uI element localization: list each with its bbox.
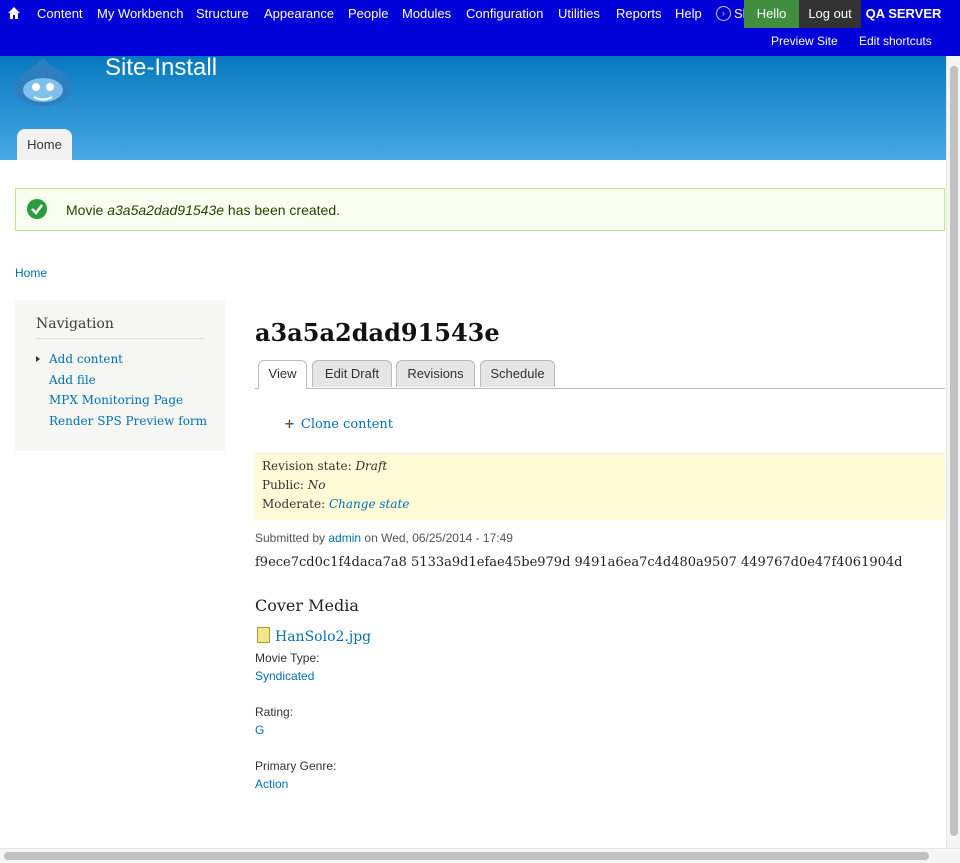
moderate-row: Moderate: Change state — [262, 497, 410, 511]
divider — [36, 338, 204, 339]
revision-state: Revision state: Draft — [262, 459, 388, 473]
server-label: QA SERVER — [861, 0, 946, 28]
status-node-title: a3a5a2dad91543e — [107, 202, 225, 218]
home-icon[interactable] — [7, 6, 21, 20]
menu-content[interactable]: Content — [37, 6, 83, 21]
logout-button[interactable]: Log out — [799, 0, 861, 28]
file-link[interactable]: HanSolo2.jpg — [275, 629, 371, 645]
menu-reports[interactable]: Reports — [616, 6, 662, 21]
menu-utilities[interactable]: Utilities — [558, 6, 600, 21]
menu-help[interactable]: Help — [675, 6, 702, 21]
nav-add-content[interactable]: Add content — [49, 352, 123, 366]
drupal-logo-icon[interactable] — [14, 58, 72, 106]
shortcuts-toggle-icon[interactable]: › — [716, 6, 731, 21]
clone-content-link[interactable]: Clone content — [301, 417, 393, 432]
rating-value[interactable]: G — [255, 723, 264, 737]
tab-revisions[interactable]: Revisions — [396, 360, 475, 387]
tab-view[interactable]: View — [258, 360, 307, 389]
admin-toolbar: Content My Workbench Structure Appearanc… — [0, 0, 960, 56]
tab-edit-draft[interactable]: Edit Draft — [312, 360, 392, 387]
scrollbar-thumb[interactable] — [950, 66, 958, 836]
movie-type-label: Movie Type: — [255, 651, 320, 665]
navigation-block: Navigation Add content Add file MPX Moni… — [15, 300, 225, 451]
menu-modules[interactable]: Modules — [402, 6, 451, 21]
clone-content: + Clone content — [284, 417, 393, 432]
genre-label: Primary Genre: — [255, 759, 337, 773]
cover-media-title: Cover Media — [255, 596, 359, 615]
navigation-title: Navigation — [36, 316, 114, 332]
status-message: Movie a3a5a2dad91543e has been created. — [15, 188, 945, 231]
genre-value[interactable]: Action — [255, 777, 288, 791]
menu-structure[interactable]: Structure — [196, 6, 249, 21]
hello-user-link[interactable]: Hello — [744, 0, 799, 28]
toolbar-menu: Content My Workbench Structure Appearanc… — [0, 0, 960, 28]
public-state: Public: No — [262, 478, 326, 492]
rating-label: Rating: — [255, 705, 294, 719]
preview-site-link[interactable]: Preview Site — [771, 34, 838, 48]
status-text: Movie a3a5a2dad91543e has been created. — [66, 202, 341, 218]
edit-shortcuts-link[interactable]: Edit shortcuts — [859, 34, 932, 48]
site-name[interactable]: Site-Install — [105, 56, 217, 80]
shortcuts-bar: Preview Site Edit shortcuts — [0, 28, 960, 56]
site-header: Site-Install Home — [0, 56, 946, 160]
submitted-info: Submitted by admin on Wed, 06/25/2014 - … — [255, 531, 513, 545]
menu-people[interactable]: People — [348, 6, 388, 21]
plus-icon: + — [284, 417, 295, 432]
menu-appearance[interactable]: Appearance — [264, 6, 334, 21]
moderation-info: Revision state: Draft Public: No Moderat… — [255, 453, 945, 520]
vertical-scrollbar[interactable] — [946, 56, 960, 848]
menu-my-workbench[interactable]: My Workbench — [97, 6, 183, 21]
node-body: f9ece7cd0c1f4daca7a8 5133a9d1efae45be979… — [255, 555, 903, 570]
breadcrumb[interactable]: Home — [15, 266, 47, 280]
nav-add-file[interactable]: Add file — [49, 373, 96, 387]
horizontal-scrollbar[interactable] — [0, 848, 960, 863]
triangle-right-icon — [36, 356, 40, 362]
node-tabs: View Edit Draft Revisions Schedule — [255, 360, 945, 389]
nav-render-sps-preview[interactable]: Render SPS Preview form — [49, 414, 207, 428]
tab-schedule[interactable]: Schedule — [480, 360, 555, 387]
nav-mpx-monitoring[interactable]: MPX Monitoring Page — [49, 393, 183, 407]
change-state-link[interactable]: Change state — [329, 497, 409, 511]
check-icon — [27, 199, 47, 219]
movie-type-value[interactable]: Syndicated — [255, 669, 314, 683]
image-file-icon — [257, 627, 270, 643]
author-link[interactable]: admin — [328, 531, 361, 545]
main-menu-home-tab[interactable]: Home — [17, 129, 72, 160]
scrollbar-thumb[interactable] — [4, 852, 929, 860]
menu-configuration[interactable]: Configuration — [466, 6, 543, 21]
page-title: a3a5a2dad91543e — [255, 318, 500, 347]
